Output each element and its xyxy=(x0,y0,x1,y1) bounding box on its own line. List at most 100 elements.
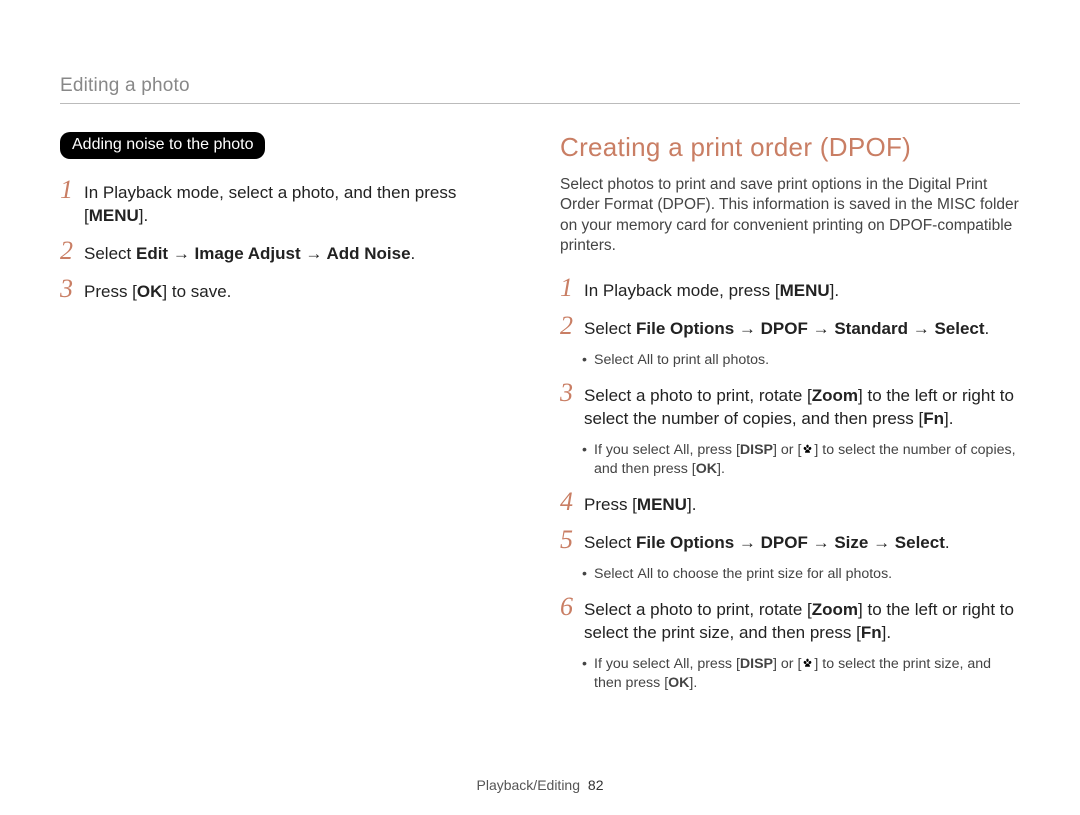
step-number: 2 xyxy=(60,238,84,264)
text: ]. xyxy=(830,281,839,300)
text: In Playback mode, press [ xyxy=(584,281,780,300)
step-text: Select Edit → Image Adjust → Add Noise. xyxy=(84,243,415,266)
right-steps: 6 Select a photo to print, rotate [Zoom]… xyxy=(560,594,1020,645)
sub-bullet: Select All to print all photos. xyxy=(584,351,1020,370)
text: , press [ xyxy=(689,656,739,672)
right-column: Creating a print order (DPOF) Select pho… xyxy=(560,132,1020,703)
sub-bullet: If you select All, press [DISP] or [] to… xyxy=(584,655,1020,693)
right-steps: 3 Select a photo to print, rotate [Zoom]… xyxy=(560,380,1020,431)
step-item: 5 Select File Options → DPOF → Size → Se… xyxy=(560,527,1020,555)
text: ]. xyxy=(687,495,696,514)
bold-text: All xyxy=(674,656,690,672)
step-item: 1 In Playback mode, select a photo, and … xyxy=(60,177,520,228)
text: ]. xyxy=(882,623,891,642)
footer-section: Playback/Editing xyxy=(477,777,581,793)
zoom-label: Zoom xyxy=(812,600,858,619)
bold-path: Edit → Image Adjust → Add Noise xyxy=(136,244,411,263)
zoom-label: Zoom xyxy=(812,386,858,405)
sub-bullet-list: If you select All, press [DISP] or [] to… xyxy=(584,655,1020,693)
menu-button-label: MENU xyxy=(637,495,687,514)
step-item: 1 In Playback mode, press [MENU]. xyxy=(560,275,1020,303)
section-intro: Select photos to print and save print op… xyxy=(560,175,1020,257)
step-item: 4 Press [MENU]. xyxy=(560,489,1020,517)
disp-button-label: DISP xyxy=(740,656,773,672)
section-heading: Creating a print order (DPOF) xyxy=(560,132,1020,163)
fn-button-label: Fn xyxy=(861,623,882,642)
sub-bullet-list: Select All to print all photos. xyxy=(584,351,1020,370)
page-number: 82 xyxy=(588,777,604,793)
text: If you select xyxy=(594,656,674,672)
text: Select a photo to print, rotate [ xyxy=(584,386,812,405)
step-text: In Playback mode, select a photo, and th… xyxy=(84,182,520,228)
text: ] or [ xyxy=(773,656,801,672)
menu-button-label: MENU xyxy=(780,281,830,300)
ok-button-label: OK xyxy=(137,282,163,301)
step-item: 6 Select a photo to print, rotate [Zoom]… xyxy=(560,594,1020,645)
page-footer: Playback/Editing 82 xyxy=(0,777,1080,793)
text: If you select xyxy=(594,442,674,458)
step-text: Press [OK] to save. xyxy=(84,281,231,304)
bold-text: All xyxy=(637,566,653,582)
text: ]. xyxy=(944,409,953,428)
step-number: 1 xyxy=(60,177,84,203)
manual-page: Editing a photo Adding noise to the phot… xyxy=(0,0,1080,815)
sub-bullet: Select All to choose the print size for … xyxy=(584,565,1020,584)
text: Press [ xyxy=(584,495,637,514)
page-header: Editing a photo xyxy=(60,75,1020,104)
text: Select a photo to print, rotate [ xyxy=(584,600,812,619)
ok-button-label: OK xyxy=(696,461,717,477)
disp-button-label: DISP xyxy=(740,442,773,458)
text: Select xyxy=(594,352,637,368)
step-number: 1 xyxy=(560,275,584,301)
right-steps: 1 In Playback mode, press [MENU]. 2 Sele… xyxy=(560,275,1020,341)
left-steps: 1 In Playback mode, select a photo, and … xyxy=(60,177,520,304)
text: , press [ xyxy=(689,442,739,458)
text: ] or [ xyxy=(773,442,801,458)
bold-path: File Options → DPOF → Standard → Select xyxy=(636,319,985,338)
text: . xyxy=(985,319,990,338)
macro-flower-icon xyxy=(801,443,814,456)
sub-bullet: If you select All, press [DISP] or [] to… xyxy=(584,441,1020,479)
step-text: Press [MENU]. xyxy=(584,494,696,517)
step-item: 2 Select Edit → Image Adjust → Add Noise… xyxy=(60,238,520,266)
fn-button-label: Fn xyxy=(923,409,944,428)
step-number: 6 xyxy=(560,594,584,620)
section-badge: Adding noise to the photo xyxy=(60,132,265,159)
sub-bullet-list: Select All to choose the print size for … xyxy=(584,565,1020,584)
ok-button-label: OK xyxy=(668,675,689,691)
text: . xyxy=(945,533,950,552)
left-column: Adding noise to the photo 1 In Playback … xyxy=(60,132,520,703)
step-number: 4 xyxy=(560,489,584,515)
right-steps: 4 Press [MENU]. 5 Select File Options → … xyxy=(560,489,1020,555)
step-text: Select File Options → DPOF → Size → Sele… xyxy=(584,532,950,555)
sub-bullet-list: If you select All, press [DISP] or [] to… xyxy=(584,441,1020,479)
step-text: Select a photo to print, rotate [Zoom] t… xyxy=(584,385,1020,431)
text: Select xyxy=(594,566,637,582)
two-column-layout: Adding noise to the photo 1 In Playback … xyxy=(60,132,1020,703)
bold-path: File Options → DPOF → Size → Select xyxy=(636,533,945,552)
text: ] to save. xyxy=(162,282,231,301)
step-text: Select a photo to print, rotate [Zoom] t… xyxy=(584,599,1020,645)
step-text: In Playback mode, press [MENU]. xyxy=(584,280,839,303)
text: ]. xyxy=(717,461,725,477)
text: to print all photos. xyxy=(653,352,769,368)
text: Select xyxy=(84,244,136,263)
bold-text: All xyxy=(674,442,690,458)
step-number: 2 xyxy=(560,313,584,339)
step-number: 5 xyxy=(560,527,584,553)
step-number: 3 xyxy=(60,276,84,302)
text: Select xyxy=(584,533,636,552)
step-item: 2 Select File Options → DPOF → Standard … xyxy=(560,313,1020,341)
text: to choose the print size for all photos. xyxy=(653,566,892,582)
text: Select xyxy=(584,319,636,338)
macro-flower-icon xyxy=(801,657,814,670)
text: . xyxy=(411,244,416,263)
step-text: Select File Options → DPOF → Standard → … xyxy=(584,318,989,341)
menu-button-label: MENU xyxy=(89,206,139,225)
step-item: 3 Press [OK] to save. xyxy=(60,276,520,304)
text: ]. xyxy=(689,675,697,691)
bold-text: All xyxy=(637,352,653,368)
text: ]. xyxy=(139,206,148,225)
text: Press [ xyxy=(84,282,137,301)
step-item: 3 Select a photo to print, rotate [Zoom]… xyxy=(560,380,1020,431)
